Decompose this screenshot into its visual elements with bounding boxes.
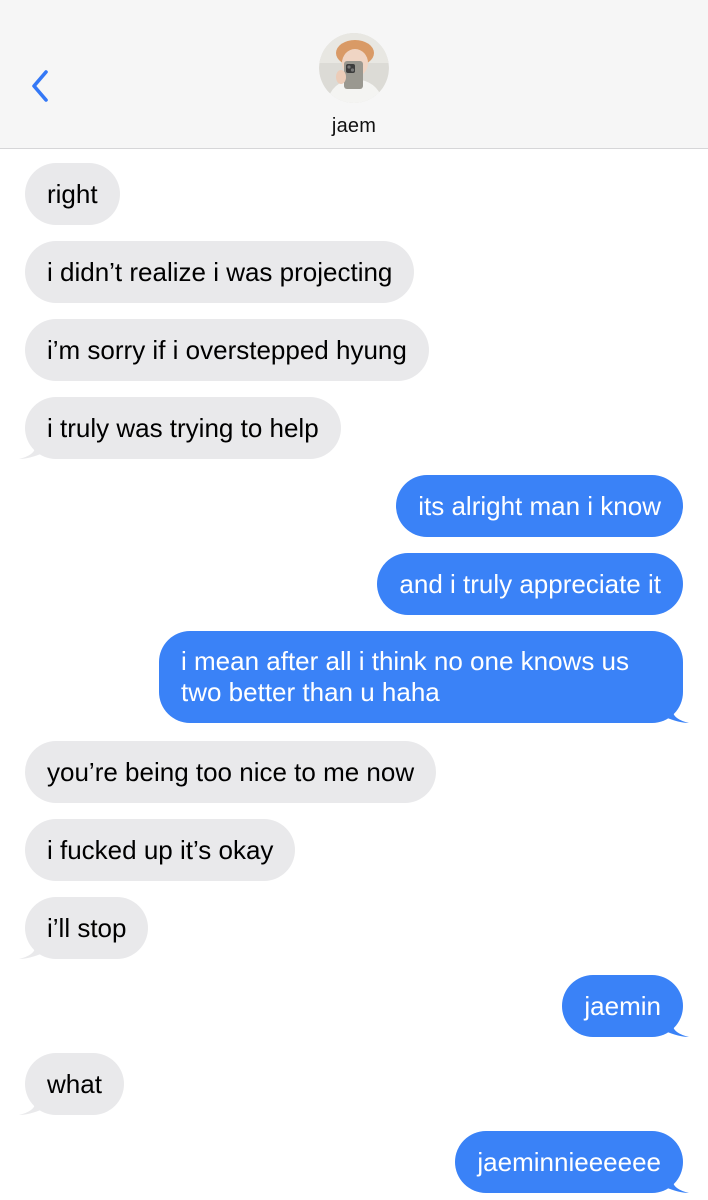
outgoing-message[interactable]: and i truly appreciate it bbox=[377, 553, 683, 615]
bubble-tail-outgoing bbox=[665, 697, 689, 723]
message-text: i’m sorry if i overstepped hyung bbox=[47, 334, 407, 365]
bubble-tail-incoming bbox=[19, 1089, 43, 1115]
message-text: i fucked up it’s okay bbox=[47, 834, 274, 865]
message-thread: right i didn’t realize i was projecting … bbox=[0, 0, 708, 1200]
message-text: what bbox=[47, 1068, 102, 1099]
message-text: i didn’t realize i was projecting bbox=[47, 256, 393, 287]
outgoing-message[interactable]: jaeminnieeeeee bbox=[455, 1131, 683, 1193]
message-text: jaemin bbox=[584, 990, 661, 1021]
bubble-tail-incoming bbox=[19, 433, 43, 459]
incoming-message[interactable]: right bbox=[25, 163, 120, 225]
message-text: jaeminnieeeeee bbox=[477, 1146, 661, 1177]
incoming-message[interactable]: i’ll stop bbox=[25, 897, 149, 959]
bubble-tail-incoming bbox=[19, 933, 43, 959]
outgoing-message[interactable]: its alright man i know bbox=[396, 475, 683, 537]
bubble-tail-outgoing bbox=[665, 1167, 689, 1193]
message-text: you’re being too nice to me now bbox=[47, 756, 415, 787]
incoming-message[interactable]: i fucked up it’s okay bbox=[25, 819, 296, 881]
message-text: its alright man i know bbox=[418, 490, 661, 521]
outgoing-message[interactable]: i mean after all i think no one knows us… bbox=[159, 631, 683, 723]
incoming-message[interactable]: i didn’t realize i was projecting bbox=[25, 241, 415, 303]
message-text: and i truly appreciate it bbox=[399, 568, 661, 599]
incoming-message[interactable]: i’m sorry if i overstepped hyung bbox=[25, 319, 429, 381]
message-text: i truly was trying to help bbox=[47, 412, 319, 443]
incoming-message[interactable]: you’re being too nice to me now bbox=[25, 741, 437, 803]
incoming-message[interactable]: i truly was trying to help bbox=[25, 397, 341, 459]
message-text: right bbox=[47, 178, 98, 209]
message-text: i mean after all i think no one knows us… bbox=[181, 646, 630, 707]
bubble-tail-outgoing bbox=[665, 1011, 689, 1037]
message-text: i’ll stop bbox=[47, 912, 127, 943]
